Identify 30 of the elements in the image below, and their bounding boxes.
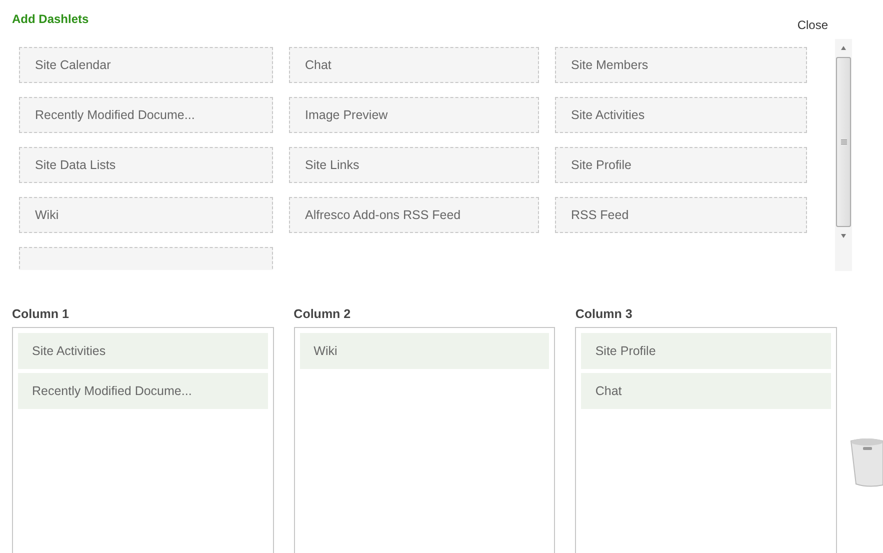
dashlet-tile[interactable]: Image Preview [289,97,539,133]
dashlet-tile[interactable]: Site Data Lists [19,147,273,183]
dashlet-tile[interactable]: Site Profile [555,147,807,183]
scrollbar[interactable] [835,39,852,271]
dashlet-tile[interactable]: Site Members [555,47,807,83]
dashlet-item[interactable]: Chat [581,373,832,409]
close-link[interactable]: Close [797,18,828,32]
dashlet-tile[interactable]: Wiki [19,197,273,233]
column-drop-area[interactable]: Site Profile Chat [575,327,838,553]
dashlet-tile[interactable]: Site Links [289,147,539,183]
dashlet-item[interactable]: Site Activities [18,333,268,369]
dashlet-item[interactable]: Wiki [300,333,550,369]
grip-icon [840,140,847,144]
trash-bin-icon[interactable] [850,437,883,487]
scroll-up-icon[interactable] [841,46,846,50]
dashlet-item[interactable]: Recently Modified Docume... [18,373,268,409]
panel-title: Add Dashlets [12,12,89,26]
dashlet-tile[interactable]: RSS Feed [555,197,807,233]
column-heading: Column 3 [575,307,634,321]
column-heading: Column 2 [294,307,352,321]
dashlet-tile[interactable]: Recently Modified Docume... [19,97,273,133]
column-drop-area[interactable]: Site Activities Recently Modified Docume... [12,327,274,553]
dashlet-tile[interactable]: Alfresco Add-ons RSS Feed [289,197,539,233]
dashlet-tile[interactable]: Site Activities [555,97,807,133]
dashlet-tile[interactable]: Chat [289,47,539,83]
scroll-down-icon[interactable] [841,234,846,238]
dashlet-item[interactable]: Site Profile [581,333,832,369]
column-heading: Column 1 [12,307,70,321]
column-drop-area[interactable]: Wiki [294,327,556,553]
dashlet-tile[interactable]: Site Calendar [19,47,273,83]
